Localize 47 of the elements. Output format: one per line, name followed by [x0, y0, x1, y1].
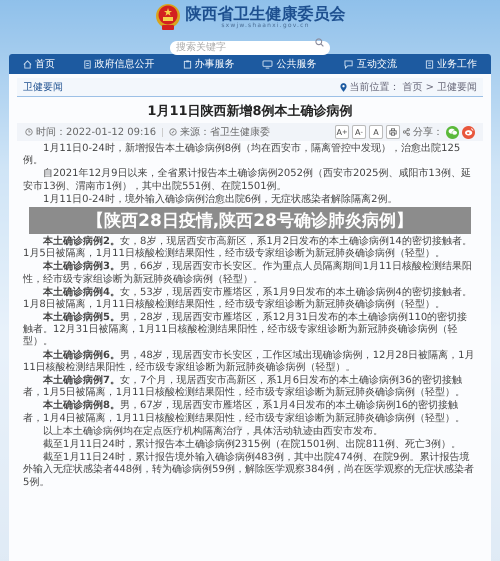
compass-icon	[169, 128, 178, 136]
font-size-button[interactable]: A	[369, 125, 383, 139]
article-source: 来源：省卫生健康委	[180, 126, 270, 139]
article-paragraph: 本土确诊病例4。女，53岁，现居西安市雁塔区，系1月9日发布的本土确诊病例4的密切接触者。1月8日被隔离，1月11日核酸检测结果阳性，经市级专家组诊断为新冠肺炎确诊病例（轻型）。	[23, 286, 473, 312]
article-paragraph: 1月11日0-24时，新增报告本土确诊病例8例（均在西安市，隔离管控中发现），治愈出院125例。	[23, 143, 462, 168]
publish-time: 时间：2022-01-12 09:16	[36, 126, 156, 139]
print-button[interactable]	[386, 125, 400, 139]
clipboard-icon	[182, 60, 192, 68]
eye-logo-button[interactable]	[462, 126, 475, 138]
monitor-icon	[262, 60, 274, 68]
breadcrumb-separator: >	[426, 82, 434, 92]
article-paragraph: 本土确诊病例5。男，28岁，现居西安市雁塔区，系12月31日发布的本土确诊病例110的密切接触者。12月31日被隔离，1月11日核酸检测结果阳性，经市级专家组诊断为新冠肺炎确诊病例（轻型）。	[23, 312, 468, 349]
nav-item[interactable]: 业务工作	[425, 57, 478, 71]
article-paragraph: 本土确诊病例6。男，48岁，现居西安市长安区，工作区域出现确诊病例，12月28日被隔离，1月11日核酸检测结果阳性，经市级专家组诊断为新冠肺炎确诊病例（轻型）。	[23, 350, 476, 374]
nav-item[interactable]: 公共服务	[262, 57, 316, 71]
article-title: 1月11日陕西新增8例本土确诊病例	[146, 102, 354, 120]
search-field[interactable]: 搜索关键字	[170, 40, 330, 54]
nav-item[interactable]: 办事服务	[182, 57, 235, 71]
share-icon	[403, 128, 410, 136]
breadcrumb-link[interactable]: 首页	[402, 80, 423, 94]
chat-icon	[344, 60, 354, 68]
nav-item[interactable]: 首页	[22, 57, 55, 71]
chat-bubbles-button[interactable]	[446, 126, 459, 138]
article-paragraph: 本土确诊病例7。女，7个月，现居西安市高新区，系1月6日发布的本土确诊病例36的密切接触者，1月5日被隔离，1月11日核酸检测结果阳性，经市级专家组诊断为新冠肺炎确诊病例（轻型）。	[23, 375, 466, 400]
breadcrumb-link[interactable]: 卫健要闻	[437, 80, 477, 94]
article-paragraph: 自2021年12月9日以来，全省累计报告本土确诊病例2052例（西安市2025例、咸阳市13例、延安市13例、渭南市1例），其中出院551例、在院1501例。	[23, 168, 472, 193]
emblem-icon	[154, 3, 180, 31]
share-label: 分享：	[413, 126, 443, 139]
site-name: 陕西省卫生健康委员会	[186, 4, 346, 22]
breadcrumb-label: 当前位置：	[350, 80, 400, 94]
article-paragraph: 截至1月11日24时，累计报告境外输入确诊病例483例，其中出院474例、在院9例。累计报告境外输入无症状感染者448例，转为确诊病例59例，解除医学观察384例，尚在医学观察的无症状感染者5例。	[23, 452, 475, 489]
nav-item[interactable]: 政府信息公开	[82, 57, 155, 71]
article-paragraph: 截至1月11日24时，累计报告本土确诊病例2315例（在院1501例、出院811例、死亡3例）。	[42, 438, 462, 452]
section-title: 卫健要闻	[23, 81, 63, 94]
clock-icon	[25, 128, 33, 136]
article-paragraph: 本土确诊病例3。男，66岁，现居西安市长安区。作为重点人员隔离期间1月11日核酸检测结果阳性，经市级专家组诊断为新冠肺炎确诊病例（轻型）。	[23, 261, 473, 286]
article-paragraph: 1月11日0-24时，境外输入确诊病例治愈出院6例，无症状感染者解除隔离2例。	[42, 194, 399, 206]
search-icon[interactable]	[315, 38, 324, 46]
building-icon	[425, 60, 434, 68]
location-pin-icon	[340, 82, 347, 92]
article-paragraph: 以上本土确诊病例均在定点医疗机构隔离治疗，具体活动轨迹由西安市发布。	[42, 426, 384, 438]
nav-item[interactable]: 互动交流	[344, 57, 398, 71]
article-paragraph: 本土确诊病例8。男，67岁，现居西安市雁塔区，系1月4日发布的本土确诊病例16的密切接触者，1月4日被隔离，1月11日核酸检测结果阳性，经市级专家组诊断为新冠肺炎确诊病例（轻型）。	[23, 400, 466, 425]
article-paragraph: 本土确诊病例2。女，8岁，现居西安市高新区，系1月2日发布的本土确诊病例14的密切接触者。1月5日被隔离，1月11日核酸检测结果阳性，经市级专家组诊断为新冠肺炎确诊病例（轻型）。	[23, 236, 473, 260]
document-icon	[82, 60, 92, 68]
home-icon	[22, 60, 32, 68]
headline-banner: 【陕西28日疫情,陕西28号确诊肺炎病例】	[29, 206, 471, 234]
